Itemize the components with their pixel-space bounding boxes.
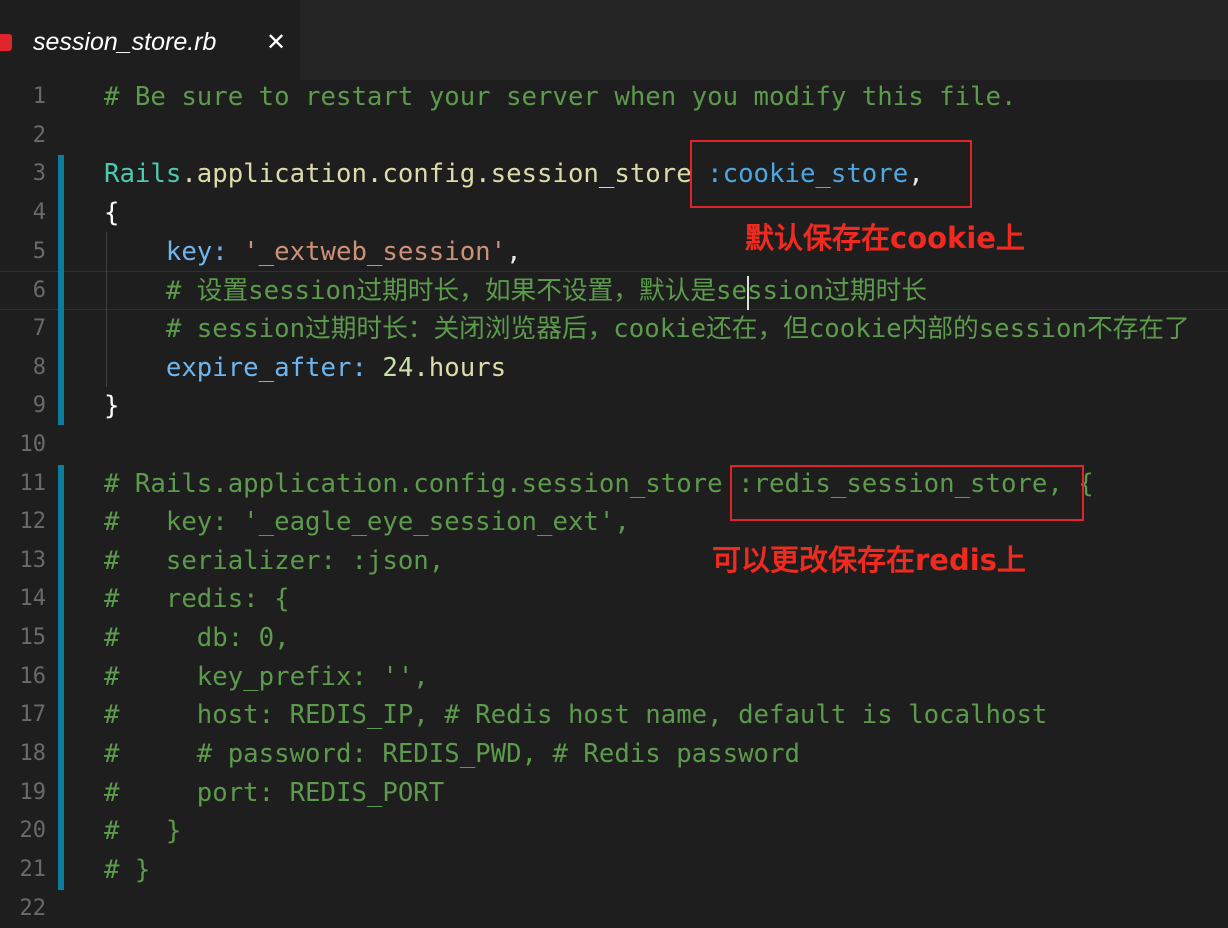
line-number: 11 xyxy=(19,470,47,496)
code-token: 24 xyxy=(366,352,414,383)
code-line[interactable]: 3 Rails.application.config.session_store … xyxy=(0,155,1228,194)
code-text: # key_prefix: '', xyxy=(104,658,429,696)
code-token: # 设置session过期时长，如果不设置，默认是session过期时长 xyxy=(104,276,928,307)
code-line[interactable]: 1 # Be sure to restart your server when y… xyxy=(0,78,1228,117)
code-token: .hours xyxy=(413,352,507,383)
code-text: # # password: REDIS_PWD, # Redis passwor… xyxy=(104,735,800,773)
code-text: # db: 0, xyxy=(104,619,290,657)
line-number: 13 xyxy=(19,547,47,573)
line-number: 20 xyxy=(19,818,47,844)
code-line[interactable]: 9} xyxy=(0,387,1228,426)
file-modified-icon xyxy=(0,34,12,51)
code-text: # port: REDIS_PORT xyxy=(104,774,444,812)
line-number: 15 xyxy=(19,625,47,651)
code-token: key: xyxy=(104,236,228,267)
line-number: 21 xyxy=(19,857,47,882)
code-token: } xyxy=(104,391,120,422)
code-text: # session过期时长：关闭浏览器后，cookie还在，但cookie内部的… xyxy=(104,310,1190,348)
code-text: # serializer: :json, xyxy=(104,542,444,580)
code-token: .application.config.session_store xyxy=(181,159,692,190)
code-text: # 设置session过期时长，如果不设置，默认是session过期时长 xyxy=(104,272,927,310)
line-number: 4 xyxy=(32,199,46,225)
code-token: # redis: { xyxy=(104,584,290,615)
code-line[interactable]: 16 # key_prefix: '', xyxy=(0,658,1228,697)
close-icon[interactable]: ✕ xyxy=(266,28,286,56)
line-number: 6 xyxy=(32,278,46,304)
line-number: 3 xyxy=(32,161,46,187)
git-change-bar xyxy=(58,465,64,890)
indent-guide xyxy=(106,232,107,387)
line-number: 8 xyxy=(32,354,46,380)
code-token: # } xyxy=(104,855,151,885)
code-token: # } xyxy=(104,816,182,847)
line-number: 7 xyxy=(32,315,46,341)
code-text: key: '_extweb_session', xyxy=(104,233,522,271)
code-line[interactable]: 14 # redis: { xyxy=(0,580,1228,619)
code-text: # host: REDIS_IP, # Redis host name, def… xyxy=(104,696,1047,734)
text-cursor xyxy=(747,276,749,310)
code-line[interactable]: 10 xyxy=(0,426,1228,465)
code-line[interactable]: 15 # db: 0, xyxy=(0,619,1228,658)
code-token: , xyxy=(506,236,522,267)
line-number: 2 xyxy=(32,122,46,148)
code-line[interactable]: 6 # 设置session过期时长，如果不设置，默认是session过期时长 xyxy=(0,271,1228,310)
annotation-redis: 可以更改保存在redis上 xyxy=(712,543,1026,577)
line-number: 22 xyxy=(19,895,47,921)
code-line[interactable]: 17 # host: REDIS_IP, # Redis host name, d… xyxy=(0,696,1228,735)
code-line[interactable]: 13 # serializer: :json, xyxy=(0,542,1228,581)
code-token: # key: '_eagle_eye_session_ext', xyxy=(104,507,630,538)
code-token: { xyxy=(104,197,120,228)
code-text: { xyxy=(104,194,119,232)
code-line[interactable]: 2 xyxy=(0,117,1228,156)
code-token: # serializer: :json, xyxy=(104,545,445,576)
code-line[interactable]: 22 xyxy=(0,890,1228,928)
tab-session-store[interactable]: session_store.rb ✕ xyxy=(0,0,300,80)
code-token: '_extweb_session' xyxy=(227,236,507,267)
annotation-cookie: 默认保存在cookie上 xyxy=(745,221,1025,255)
line-number: 18 xyxy=(19,741,47,767)
code-token: # session过期时长：关闭浏览器后，cookie还在，但cookie内部的… xyxy=(104,313,1190,344)
code-text: expire_after: 24.hours xyxy=(104,349,506,387)
code-token: # host: REDIS_IP, # Redis host name, def… xyxy=(104,700,1048,731)
highlight-box-redis-store xyxy=(730,465,1084,521)
tab-bar: session_store.rb ✕ xyxy=(0,0,1228,80)
code-text: } xyxy=(104,387,119,425)
code-text: # } xyxy=(104,812,181,850)
code-line[interactable]: 8 expire_after: 24.hours xyxy=(0,349,1228,388)
code-line[interactable]: 19 # port: REDIS_PORT xyxy=(0,774,1228,813)
line-number: 19 xyxy=(19,779,47,805)
tab-title: session_store.rb xyxy=(33,28,217,56)
line-number: 9 xyxy=(32,393,46,419)
code-text: # key: '_eagle_eye_session_ext', xyxy=(104,503,630,541)
code-token: Rails xyxy=(104,159,182,190)
code-text: # } xyxy=(104,851,150,889)
code-line[interactable]: 4{ xyxy=(0,194,1228,233)
code-token: expire_after: xyxy=(104,352,367,383)
code-token: # key_prefix: '', xyxy=(104,661,429,692)
code-token: # # password: REDIS_PWD, # Redis passwor… xyxy=(104,739,800,770)
code-text: # Be sure to restart your server when yo… xyxy=(104,78,1016,116)
line-number: 17 xyxy=(19,702,47,728)
line-number: 1 xyxy=(32,84,46,109)
line-number: 12 xyxy=(19,509,47,535)
line-number: 16 xyxy=(19,663,47,689)
code-token: # db: 0, xyxy=(104,623,290,654)
code-text: # redis: { xyxy=(104,580,290,618)
code-line[interactable]: 7 # session过期时长：关闭浏览器后，cookie还在，但cookie内… xyxy=(0,310,1228,349)
git-change-bar xyxy=(58,155,64,425)
code-token: # port: REDIS_PORT xyxy=(104,777,445,808)
code-line[interactable]: 18 # # password: REDIS_PWD, # Redis passw… xyxy=(0,735,1228,774)
code-line[interactable]: 5 key: '_extweb_session', xyxy=(0,233,1228,272)
code-line[interactable]: 21 # } xyxy=(0,851,1228,890)
highlight-box-cookie-store xyxy=(690,140,972,208)
line-number: 5 xyxy=(32,238,46,264)
code-token: # Be sure to restart your server when yo… xyxy=(104,82,1017,112)
code-line[interactable]: 20 # } xyxy=(0,812,1228,851)
line-number: 14 xyxy=(19,586,47,612)
line-number: 10 xyxy=(19,431,47,457)
